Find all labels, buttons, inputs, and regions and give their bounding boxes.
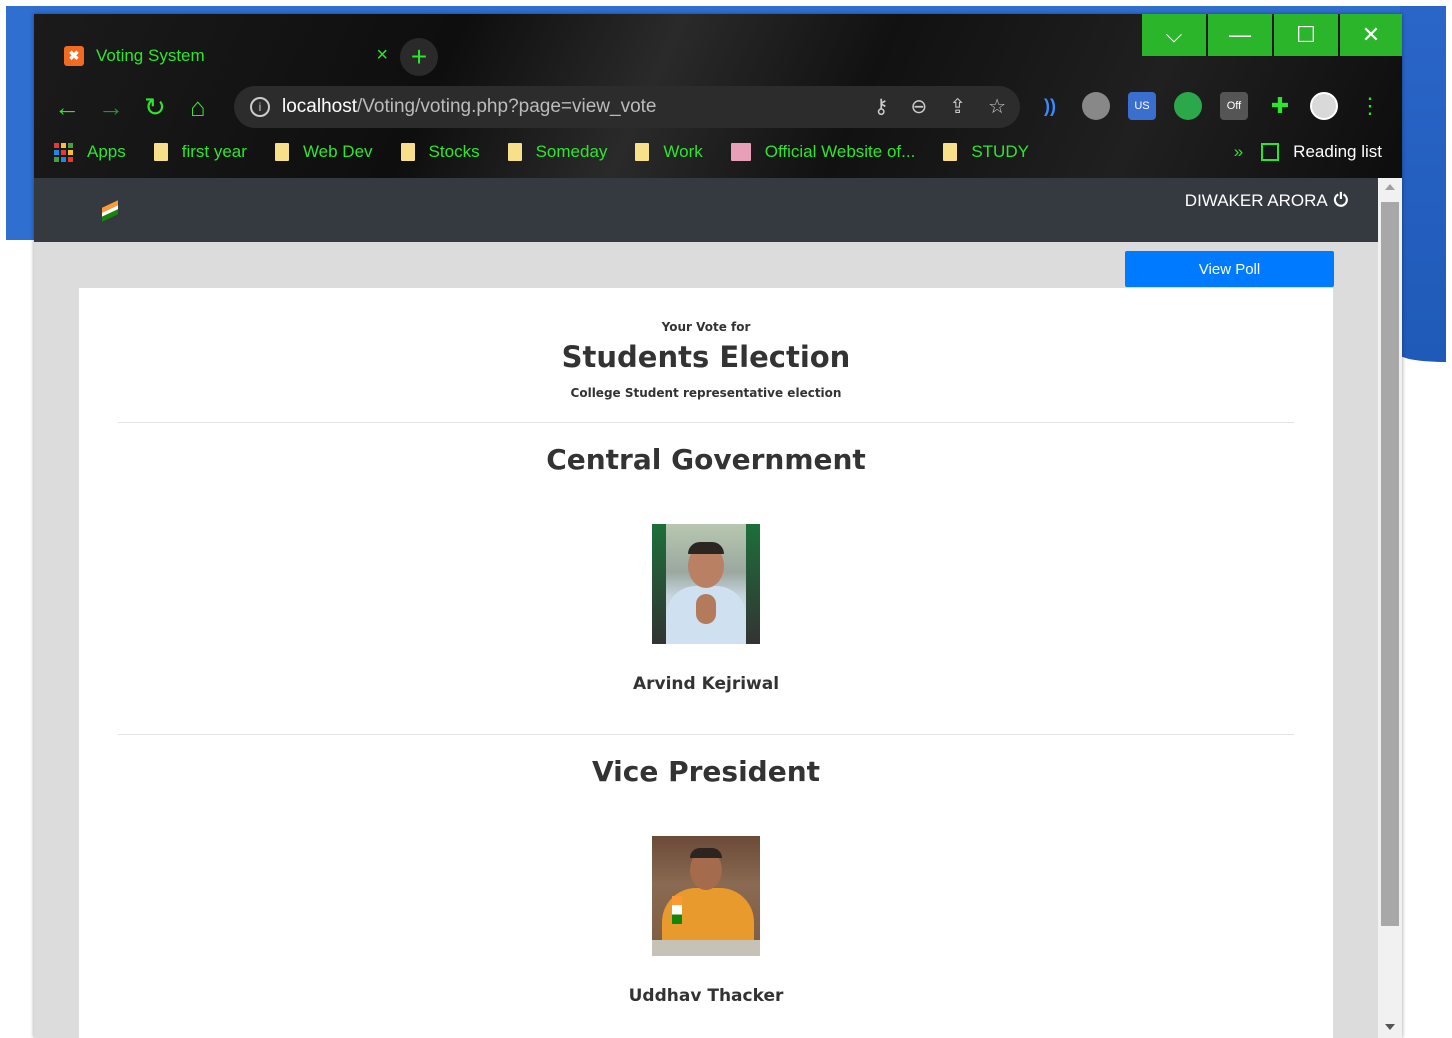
browser-window: ✖ Voting System × + ⌵ — ☐ ✕ ← → ↻ ⌂ i lo… (34, 14, 1402, 1038)
bookmark-web-dev[interactable]: Web Dev (274, 142, 373, 162)
key-icon[interactable]: ⚷ (874, 94, 889, 119)
desktop-background-right (1400, 6, 1446, 362)
page-viewport: DIWAKER ARORA ⏻ View Poll Your Vote for … (34, 178, 1378, 1038)
position-title: Vice President (591, 755, 821, 788)
folder-icon (635, 143, 650, 161)
back-icon[interactable]: ← (54, 90, 80, 124)
india-flag-logo-icon[interactable] (102, 200, 118, 222)
bookmark-label: first year (181, 142, 247, 161)
bookmark-apps[interactable]: Apps (54, 142, 126, 162)
bookmark-study[interactable]: STUDY (943, 142, 1029, 162)
bookmarks-bar: Apps first year Web Dev Stocks Someday W… (54, 138, 1057, 166)
extensions-puzzle-icon[interactable]: ✚ (1266, 92, 1294, 120)
apps-grid-icon (54, 142, 73, 162)
user-menu[interactable]: DIWAKER ARORA ⏻ (1185, 190, 1348, 211)
election-description: College Student representative election (570, 386, 842, 400)
bookmark-label: Work (663, 142, 703, 161)
position-title: Central Government (546, 443, 866, 476)
glasses-extension-icon[interactable] (1082, 92, 1110, 120)
browser-chrome: ✖ Voting System × + ⌵ — ☐ ✕ ← → ↻ ⌂ i lo… (34, 14, 1402, 178)
profile-avatar-icon[interactable] (1310, 92, 1338, 120)
reading-list-icon (1261, 143, 1280, 161)
bookmark-official-website[interactable]: Official Website of... (730, 142, 916, 162)
election-title: Students Election (561, 340, 851, 374)
bookmark-label: Someday (535, 142, 608, 161)
url-host: localhost (282, 96, 357, 117)
bookmark-label: Apps (87, 142, 126, 161)
candidate-name: Arvind Kejriwal (632, 674, 780, 694)
scroll-up-arrow-icon[interactable] (1385, 184, 1395, 190)
browser-tab[interactable]: ✖ Voting System × (48, 32, 388, 80)
address-bar[interactable]: i localhost/Voting/voting.php?page=view_… (234, 86, 1020, 128)
url-path: /Voting/voting.php?page=view_vote (357, 96, 657, 117)
bookmark-stocks[interactable]: Stocks (400, 142, 480, 162)
new-tab-button[interactable]: + (400, 38, 438, 76)
view-poll-button[interactable]: View Poll (1125, 251, 1334, 287)
bookmark-label: Web Dev (302, 142, 373, 161)
tab-title: Voting System (96, 46, 205, 65)
bookmark-label: STUDY (971, 142, 1029, 161)
bookmark-star-icon[interactable]: ☆ (988, 94, 1006, 119)
close-window-button[interactable]: ✕ (1340, 14, 1402, 56)
scroll-down-arrow-icon[interactable] (1385, 1024, 1395, 1030)
tab-close-icon[interactable]: × (376, 44, 388, 67)
color-extension-icon[interactable] (1174, 92, 1202, 120)
candidate-name: Uddhav Thacker (628, 986, 784, 1006)
wifi-extension-icon[interactable]: )) (1036, 92, 1064, 120)
user-name: DIWAKER ARORA (1184, 190, 1328, 210)
divider (118, 734, 1294, 735)
omnibox-actions: ⚷ ⊖ ⇪ ☆ (874, 94, 1006, 119)
zoom-icon[interactable]: ⊖ (911, 94, 928, 119)
bookmarks-overflow-icon[interactable]: » (1234, 142, 1243, 162)
menu-dots-icon[interactable]: ⋮ (1356, 92, 1384, 120)
folder-icon (153, 143, 168, 161)
divider (118, 422, 1294, 423)
folder-icon (400, 143, 415, 161)
bookmark-work[interactable]: Work (635, 142, 703, 162)
top-navbar: DIWAKER ARORA ⏻ (34, 178, 1378, 242)
site-info-icon[interactable]: i (250, 97, 270, 117)
folder-icon (943, 143, 958, 161)
reload-icon[interactable]: ↻ (144, 90, 166, 124)
bookmark-label: Official Website of... (764, 142, 916, 161)
candidate-photo (652, 524, 760, 644)
site-favicon-icon (730, 143, 751, 161)
bookmark-someday[interactable]: Someday (507, 142, 608, 162)
maximize-button[interactable]: ☐ (1274, 14, 1338, 56)
folder-icon (274, 143, 289, 161)
share-icon[interactable]: ⇪ (949, 94, 966, 119)
scroll-thumb[interactable] (1381, 202, 1399, 926)
vertical-scrollbar[interactable] (1378, 178, 1402, 1038)
tab-search-button[interactable]: ⌵ (1142, 14, 1206, 56)
vpn-extension-icon[interactable]: US (1128, 92, 1156, 120)
minimize-button[interactable]: — (1208, 14, 1272, 56)
candidate-photo (652, 836, 760, 956)
forward-icon[interactable]: → (98, 90, 124, 124)
position-section: Vice President Uddhav Thacker (79, 755, 1333, 1006)
home-icon[interactable]: ⌂ (190, 90, 206, 124)
reading-list-button[interactable]: » Reading list (1234, 138, 1382, 166)
folder-icon (507, 143, 522, 161)
position-section: Central Government Arvind Kejriwal (79, 443, 1333, 694)
logout-power-icon[interactable]: ⏻ (1334, 190, 1348, 211)
bookmark-label: Stocks (428, 142, 480, 161)
cookie-extension-icon[interactable]: Off (1220, 92, 1248, 120)
vote-pre-title: Your Vote for (661, 320, 751, 334)
xampp-favicon-icon: ✖ (64, 46, 84, 66)
vote-card: Your Vote for Students Election College … (79, 288, 1333, 1038)
bookmark-first-year[interactable]: first year (153, 142, 247, 162)
reading-list-label: Reading list (1293, 142, 1382, 161)
